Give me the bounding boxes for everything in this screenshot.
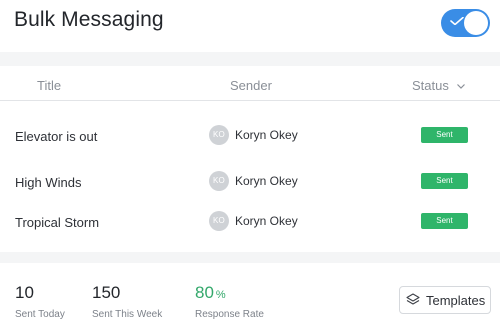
templates-button[interactable]: Templates [399,286,491,314]
message-title: High Winds [15,175,82,190]
column-header-title[interactable]: Title [37,78,61,93]
sender-name: Koryn Okey [235,128,298,142]
message-title: Tropical Storm [15,215,100,230]
column-header-sender[interactable]: Sender [230,78,272,93]
stat-label: Sent Today [15,309,65,320]
avatar: KO [209,211,229,231]
layers-icon [406,293,420,305]
status-badge: Sent [421,127,468,143]
page-title: Bulk Messaging [14,8,164,31]
column-header-status[interactable]: Status [412,78,466,93]
response-rate-number: 80 [195,283,214,302]
stat-value: 150 [92,283,121,302]
table-row[interactable]: Tropical Storm KO Koryn Okey Sent [0,208,500,238]
avatar: KO [209,125,229,145]
stat-sent-this-week: 150 Sent This Week [92,283,162,320]
sender-name: Koryn Okey [235,214,298,228]
table-header: Title Sender Status [0,66,500,101]
message-title: Elevator is out [15,129,98,144]
status-badge: Sent [421,213,468,229]
stat-value: 80% [195,283,264,303]
stat-label: Sent This Week [92,309,163,320]
stats-footer: 10 Sent Today 150 Sent This Week 80% Res… [0,263,500,328]
messages-table: Title Sender Status Elevator is out KO K… [0,66,500,252]
table-row[interactable]: Elevator is out KO Koryn Okey Sent [0,122,500,152]
chevron-down-icon [457,84,466,89]
stat-response-rate: 80% Response Rate [195,283,264,320]
table-row[interactable]: High Winds KO Koryn Okey Sent [0,168,500,198]
stat-sent-today: 10 Sent Today [15,283,65,320]
page-header: Bulk Messaging [0,0,500,52]
bulk-messaging-toggle[interactable] [441,9,490,37]
templates-button-label: Templates [426,292,486,308]
percent-unit: % [215,289,226,301]
column-header-status-label: Status [412,78,449,93]
avatar: KO [209,171,229,191]
stat-value: 10 [15,283,34,302]
check-icon [450,17,464,25]
sender-name: Koryn Okey [235,174,298,188]
status-badge: Sent [421,173,468,189]
stat-label: Response Rate [195,309,264,320]
toggle-knob [464,11,488,35]
